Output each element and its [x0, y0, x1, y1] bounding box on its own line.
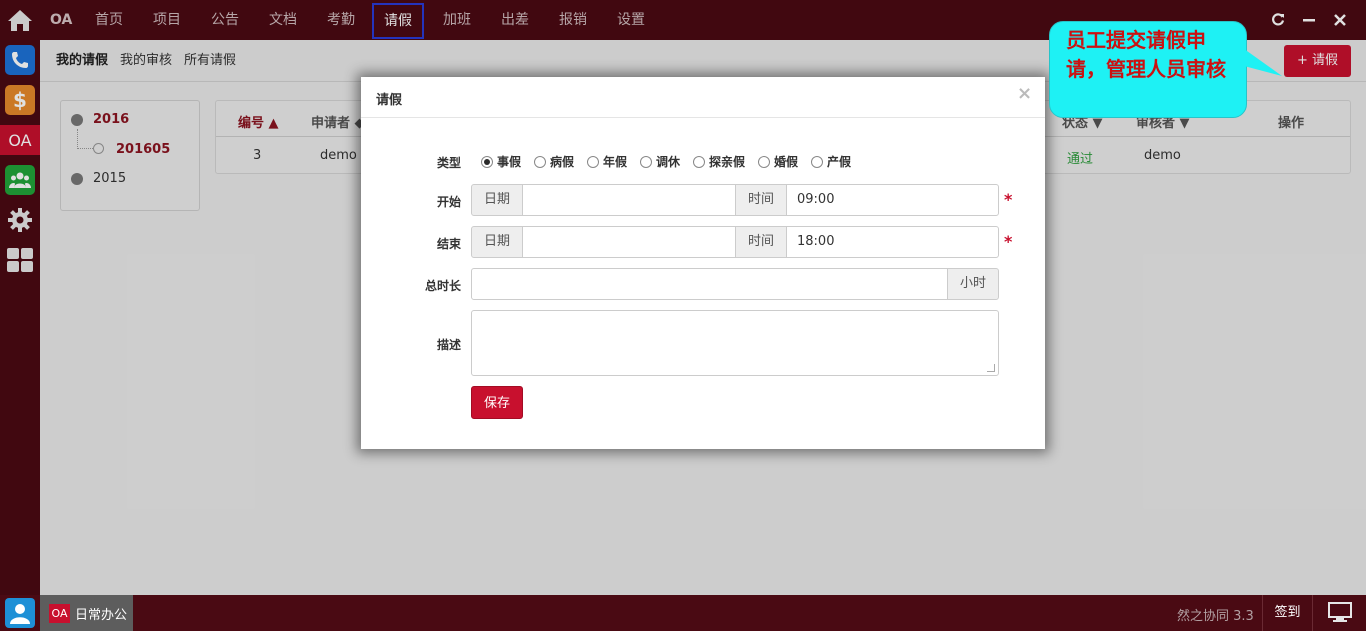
end-label: 结束: [436, 237, 461, 251]
start-date-input[interactable]: [522, 184, 736, 216]
end-required-mark: *: [1004, 232, 1013, 251]
dialog-title: 请假: [376, 93, 403, 108]
duration-label: 总时长: [424, 279, 461, 293]
end-date-input[interactable]: [522, 226, 736, 258]
radio-bingjia[interactable]: 病假: [534, 153, 574, 170]
start-date-addon: 日期: [471, 184, 523, 216]
brand-version: 然之协同 3.3: [1177, 609, 1254, 624]
taskbar: OA 日常办公 然之协同 3.3 签到: [0, 595, 1366, 631]
radio-dot: [481, 155, 493, 168]
radio-label: 探亲假: [709, 155, 746, 169]
task-oa-badge: OA: [49, 603, 70, 623]
task-label: 日常办公: [75, 607, 128, 623]
end-time-addon: 时间: [735, 226, 787, 258]
start-time-input[interactable]: 09:00: [786, 184, 999, 216]
dialog-header: 请假 ×: [361, 77, 1045, 118]
radio-tanqinjia[interactable]: 探亲假: [693, 153, 745, 170]
radio-tiaoxiu[interactable]: 调休: [640, 153, 680, 170]
radio-chanjia[interactable]: 产假: [811, 153, 851, 170]
save-button[interactable]: 保存: [471, 386, 523, 419]
desc-label: 描述: [436, 338, 461, 352]
type-label: 类型: [436, 156, 461, 170]
callout-text: 员工提交请假申请，管理人员审核: [1066, 28, 1226, 81]
radio-nianjia[interactable]: 年假: [587, 153, 627, 170]
radio-label: 产假: [827, 155, 852, 169]
radio-dot: [811, 155, 823, 168]
radio-label: 调休: [656, 155, 681, 169]
callout-pointer: [1240, 46, 1282, 76]
radio-dot: [640, 155, 652, 168]
radio-dot: [693, 155, 705, 168]
start-time-addon: 时间: [735, 184, 787, 216]
radio-dot: [587, 155, 599, 168]
duration-unit-addon: 小时: [947, 268, 999, 300]
signin-button[interactable]: 签到: [1262, 595, 1313, 631]
radio-label: 病假: [550, 155, 575, 169]
radio-shijia[interactable]: 事假: [481, 153, 521, 170]
user-avatar[interactable]: [5, 598, 35, 628]
radio-label: 事假: [497, 155, 522, 169]
radio-hunjia[interactable]: 婚假: [758, 153, 798, 170]
resize-handle-icon[interactable]: [987, 364, 995, 372]
task-item-office[interactable]: OA 日常办公: [40, 595, 133, 631]
radio-label: 婚假: [774, 155, 799, 169]
end-time-input[interactable]: 18:00: [786, 226, 999, 258]
radio-dot: [758, 155, 770, 168]
dialog-close-icon[interactable]: ×: [1017, 83, 1032, 104]
duration-input[interactable]: [471, 268, 948, 300]
radio-label: 年假: [603, 155, 628, 169]
end-date-addon: 日期: [471, 226, 523, 258]
desktop-icon[interactable]: [1328, 602, 1352, 626]
leave-dialog: 请假 × 类型 事假 病假 年假 调休 探亲假 婚假 产假 开始 日期 时间 0…: [361, 77, 1045, 449]
callout-note: 员工提交请假申请，管理人员审核: [1049, 21, 1247, 118]
start-required-mark: *: [1004, 190, 1013, 209]
radio-dot: [534, 155, 546, 168]
start-label: 开始: [436, 195, 461, 209]
desc-textarea[interactable]: [471, 310, 999, 376]
